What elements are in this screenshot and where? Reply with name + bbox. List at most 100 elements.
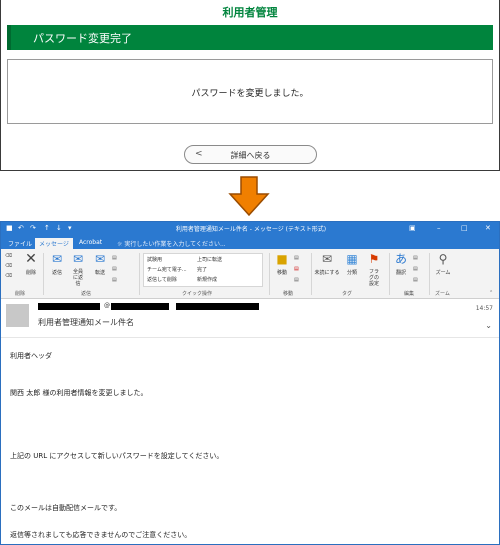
ribbon-display-icon[interactable]: ▣: [409, 224, 416, 232]
tags-group-label: タグ: [342, 291, 353, 297]
customize-qat-icon[interactable]: ▾: [68, 224, 72, 232]
password-change-panel: 利用者管理 パスワード変更完了 パスワードを変更しました。 < 詳細へ戻る: [0, 0, 500, 171]
message-subject: 利用者管理通知メール件名: [38, 318, 134, 327]
title-bar: ■ ↶ ↷ ↑ ↓ ▾ 利用者管理通知メール件名 - メッセージ (テキスト形式…: [1, 222, 499, 237]
select-icon[interactable]: ▤: [413, 277, 418, 283]
close-icon[interactable]: ✕: [485, 224, 491, 232]
tell-me-text: 実行したい作業を入力してください...: [124, 241, 226, 248]
move-group-label: 移動: [283, 291, 294, 297]
actions-icon[interactable]: ▤: [294, 277, 299, 283]
forward-label: 転送: [94, 270, 105, 276]
page-title: パスワード変更完了: [33, 32, 132, 45]
ribbon-tabs: ファイル メッセージ Acrobat ☼ 実行したい作業を入力してください...: [1, 237, 499, 249]
categorize-button[interactable]: ▦ 分類: [343, 252, 361, 276]
editing-group-label: 編集: [404, 291, 415, 297]
down-arrow-icon: [228, 176, 270, 216]
quick-step-test[interactable]: 試験用: [147, 256, 162, 263]
ignore-icon[interactable]: ⌫: [5, 253, 12, 259]
translate-button[interactable]: あ 翻訳: [392, 252, 410, 276]
body-line: 利用者ヘッダ: [10, 352, 52, 360]
flag-icon: ⚑: [368, 252, 380, 266]
message-header: @ 14:57 利用者管理通知メール件名 ⌄: [1, 300, 499, 338]
collapse-ribbon-icon[interactable]: ⌃: [489, 290, 493, 296]
quick-step-done[interactable]: 完了: [197, 266, 207, 273]
body-line: 返信等されましても応答できませんのでご注意ください。: [10, 531, 192, 539]
mark-unread-label: 未読にする: [314, 270, 340, 276]
group-divider: [139, 253, 140, 295]
system-title: 利用者管理: [222, 6, 278, 19]
tab-message[interactable]: メッセージ: [35, 238, 73, 249]
undo-icon[interactable]: ↶: [18, 224, 24, 232]
find-icon[interactable]: ▤: [413, 255, 418, 261]
categorize-label: 分類: [346, 270, 357, 276]
forward-button[interactable]: ✉ 転送: [90, 252, 110, 276]
rules-icon[interactable]: ▤: [294, 255, 299, 261]
envelope-icon: ✉: [321, 252, 333, 266]
body-line: 上記の URL にアクセスして新しいパスワードを設定してください。: [10, 452, 224, 460]
redacted-sender-domain: [111, 303, 169, 310]
move-label: 移動: [276, 270, 287, 276]
quick-step-new[interactable]: 新規作成: [197, 276, 217, 283]
mark-unread-button[interactable]: ✉ 未読にする: [314, 252, 340, 276]
group-divider: [43, 253, 44, 295]
body-line: 関西 太郎 様の利用者情報を変更しました。: [10, 389, 148, 397]
zoom-button[interactable]: ⚲ ズーム: [433, 252, 453, 276]
group-divider: [389, 253, 390, 295]
tell-me-search[interactable]: ☼ 実行したい作業を入力してください...: [117, 239, 226, 248]
cleanup-icon[interactable]: ⌫: [5, 263, 12, 269]
redo-icon[interactable]: ↷: [30, 224, 36, 232]
junk-icon[interactable]: ⌫: [5, 273, 12, 279]
reply-button[interactable]: ✉ 返信: [47, 252, 67, 276]
outlook-message-window: ■ ↶ ↷ ↑ ↓ ▾ 利用者管理通知メール件名 - メッセージ (テキスト形式…: [0, 221, 500, 545]
tab-acrobat[interactable]: Acrobat: [75, 238, 106, 249]
down-arrow-small-icon[interactable]: ↓: [56, 224, 62, 232]
back-button-label: 詳細へ戻る: [230, 151, 271, 160]
group-divider: [269, 253, 270, 295]
maximize-icon[interactable]: □: [461, 224, 468, 232]
delete-group-label: 削除: [15, 291, 26, 297]
tab-file[interactable]: ファイル: [4, 238, 36, 249]
delete-button[interactable]: ✕ 削除: [22, 251, 40, 277]
redacted-recipient: [176, 303, 259, 310]
reply-all-label: 全員に返信: [72, 269, 83, 287]
related-icon[interactable]: ▤: [413, 266, 418, 272]
reply-icon: ✉: [51, 252, 63, 266]
lightbulb-icon: ☼: [117, 241, 123, 248]
back-to-details-button[interactable]: < 詳細へ戻る: [184, 145, 317, 164]
save-icon[interactable]: ■: [6, 224, 13, 232]
more-respond-icon[interactable]: ▤: [112, 277, 117, 283]
minimize-icon[interactable]: –: [437, 224, 441, 232]
categorize-icon: ▦: [346, 252, 358, 266]
quick-step-to-manager[interactable]: 上司に転送: [197, 256, 222, 263]
chevron-down-icon[interactable]: ⌄: [485, 321, 492, 330]
meeting-icon[interactable]: ▤: [112, 255, 117, 261]
respond-group-label: 返信: [81, 291, 92, 297]
group-divider: [311, 253, 312, 295]
success-message: パスワードを変更しました。: [191, 89, 309, 99]
magnifier-icon: ⚲: [438, 252, 448, 266]
message-body: 利用者ヘッダ 関西 太郎 様の利用者情報を変更しました。 上記の URL にアク…: [1, 339, 499, 544]
move-button[interactable]: ■ 移動: [273, 252, 291, 276]
follow-up-flag-button[interactable]: ⚑ フラグの設定: [363, 252, 385, 287]
ribbon: ⌫ ⌫ ⌫ ✕ 削除 削除 ✉ 返信 ✉ 全員に返信 ✉ 転送 ▤ ▤ ▤ 返信…: [1, 249, 499, 299]
avatar: [6, 304, 29, 327]
window-title: 利用者管理通知メール件名 - メッセージ (テキスト形式): [175, 226, 327, 233]
up-arrow-icon[interactable]: ↑: [44, 224, 50, 232]
forward-icon: ✉: [94, 252, 106, 266]
translate-label: 翻訳: [395, 270, 406, 276]
delete-icon: ✕: [25, 251, 37, 267]
reply-all-icon: ✉: [72, 252, 84, 266]
group-divider: [429, 253, 430, 295]
reply-all-button[interactable]: ✉ 全員に返信: [67, 252, 89, 287]
redacted-sender-name: [38, 303, 100, 310]
reply-label: 返信: [51, 270, 62, 276]
delete-label: 削除: [25, 270, 36, 276]
zoom-label: ズーム: [435, 270, 451, 276]
quick-step-reply-delete[interactable]: 返信して削除: [147, 276, 177, 283]
im-icon[interactable]: ▤: [112, 266, 117, 272]
quick-step-team[interactable]: チーム宛て電子...: [147, 266, 187, 273]
onenote-icon[interactable]: ▤: [294, 266, 299, 272]
body-line: このメールは自動配信メールです。: [10, 504, 122, 512]
quick-steps-group-label: クイック操作: [182, 291, 213, 297]
message-box: パスワードを変更しました。: [7, 59, 493, 124]
